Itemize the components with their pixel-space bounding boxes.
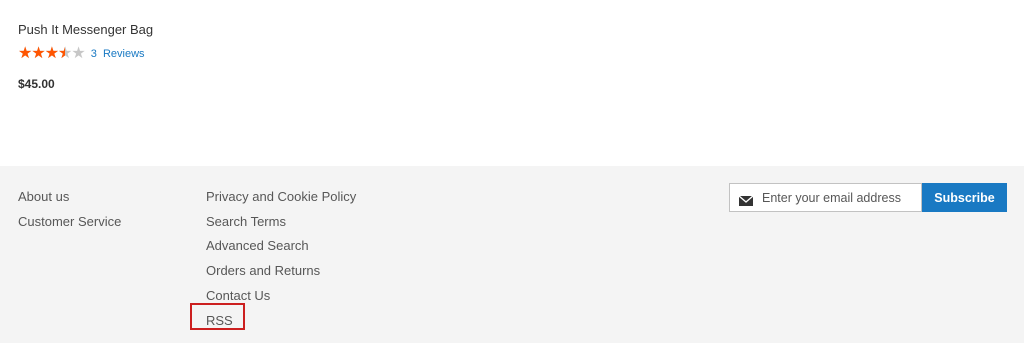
- newsletter-email-field: [729, 183, 922, 212]
- footer-link-orders-returns[interactable]: Orders and Returns: [206, 259, 356, 284]
- footer-links-column-2: Privacy and Cookie Policy Search Terms A…: [206, 185, 356, 333]
- footer-link-customer-service[interactable]: Customer Service: [18, 210, 121, 235]
- product-name-link[interactable]: Push It Messenger Bag: [18, 22, 153, 37]
- newsletter-form: Subscribe: [729, 183, 1007, 212]
- review-count: 3: [90, 48, 97, 60]
- product-item: Push It Messenger Bag ★★★★★ ★★★★★ 3 Revi…: [0, 0, 1024, 166]
- footer-links-column-1: About us Customer Service: [18, 185, 121, 234]
- footer-link-contact-us[interactable]: Contact Us: [206, 284, 356, 309]
- newsletter-email-input[interactable]: [762, 190, 912, 205]
- reviews-label: Reviews: [102, 48, 145, 60]
- page-footer: About us Customer Service Privacy and Co…: [0, 166, 1024, 343]
- footer-link-privacy-policy[interactable]: Privacy and Cookie Policy: [206, 185, 356, 210]
- footer-link-about-us[interactable]: About us: [18, 185, 121, 210]
- rating-stars-filled: ★★★★★: [18, 45, 65, 62]
- rating-summary: ★★★★★ ★★★★★ 3 Reviews: [18, 45, 145, 63]
- footer-link-rss[interactable]: RSS: [206, 309, 356, 334]
- footer-link-search-terms[interactable]: Search Terms: [206, 210, 356, 235]
- footer-link-advanced-search[interactable]: Advanced Search: [206, 234, 356, 259]
- envelope-icon: [738, 193, 754, 206]
- subscribe-button[interactable]: Subscribe: [922, 183, 1007, 212]
- reviews-link[interactable]: 3 Reviews: [91, 48, 145, 60]
- rating-stars: ★★★★★ ★★★★★: [18, 45, 86, 63]
- product-price: $45.00: [18, 77, 55, 91]
